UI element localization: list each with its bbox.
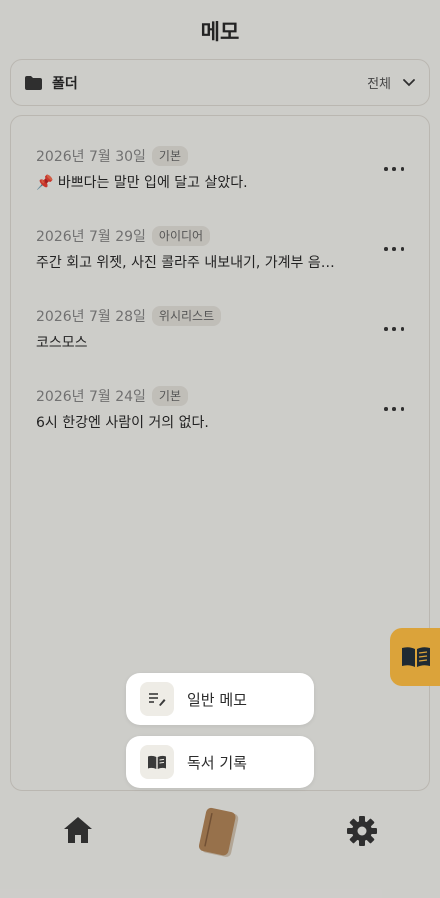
general-memo-label: 일반 메모 — [187, 690, 247, 709]
memo-app: 메모 폴더 전체 2026년 7월 30일 기본 📌 바쁘다는 말만 입에 달고… — [0, 0, 440, 898]
general-memo-button[interactable]: 일반 메모 — [126, 673, 314, 725]
book-icon — [140, 745, 174, 779]
reading-record-button[interactable]: 독서 기록 — [126, 736, 314, 788]
edit-list-icon — [140, 682, 174, 716]
reading-record-label: 독서 기록 — [187, 753, 247, 772]
open-book-icon — [402, 647, 430, 667]
reading-shortcut-button[interactable] — [390, 628, 440, 686]
